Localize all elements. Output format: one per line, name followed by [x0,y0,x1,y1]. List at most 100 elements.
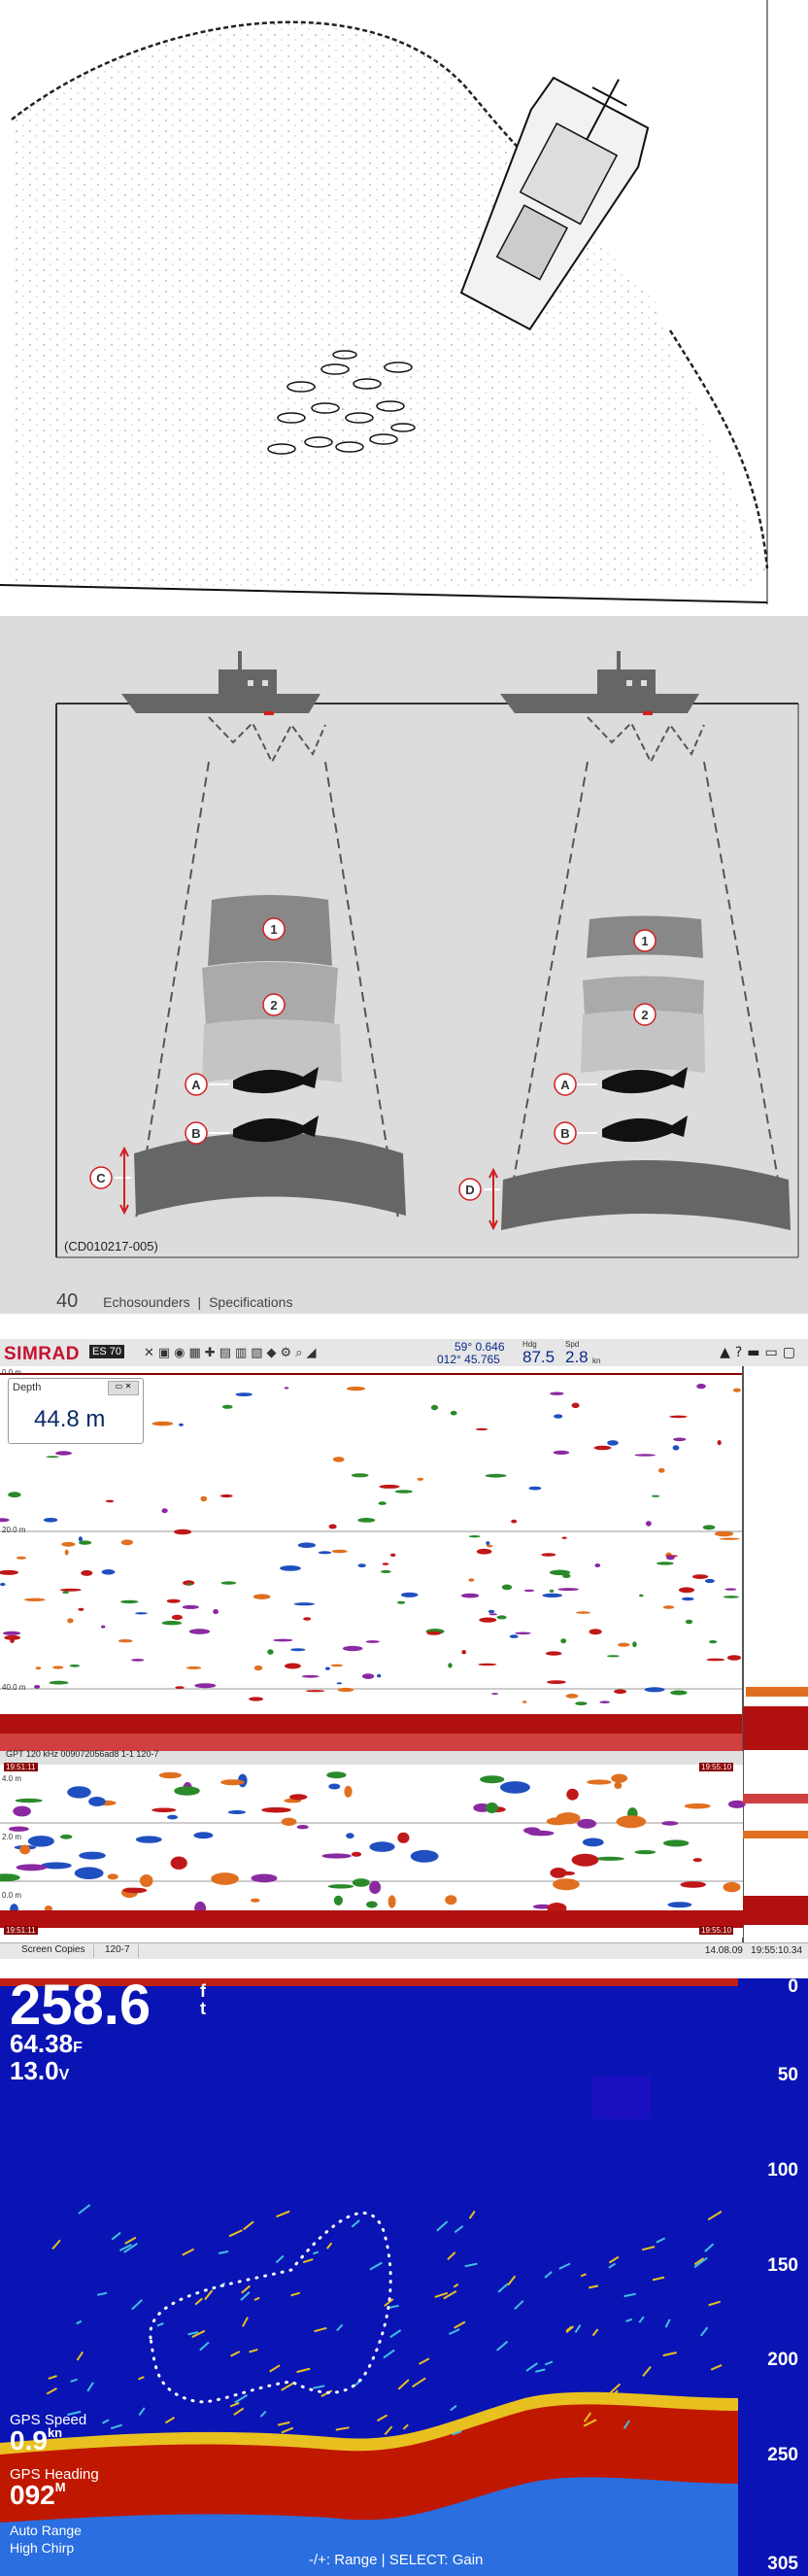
echo-mark [74,1867,104,1879]
echo-mark [499,1781,530,1794]
echo-mark [571,1402,580,1409]
marker-a-right: A [560,1078,570,1092]
latitude: 59° 0.646 [454,1340,505,1354]
echo-mark [79,1540,92,1545]
echo-mark [501,1584,513,1591]
toolbar-icons[interactable]: ✕▣◉▦✚▤▥▧◆⚙⌕◢ [144,1346,320,1360]
tab-120-7[interactable]: 120-7 [97,1944,139,1958]
echo-mark [166,1598,181,1603]
echo-mark [666,1555,675,1561]
echo-mark [267,1649,274,1655]
tab-screen-copies[interactable]: Screen Copies [14,1944,94,1958]
echo-mark [101,1625,106,1629]
echo-mark [589,1629,602,1635]
echo-mark [13,1805,31,1817]
echo-mark [328,1524,337,1529]
echo-mark [324,1666,330,1670]
echo-mark [357,1563,366,1567]
echo-mark [673,1437,687,1442]
scale-bottom-2: 2.0 m [2,1833,22,1841]
echo-mark [607,1655,620,1658]
echo-mark [49,1680,69,1685]
echo-mark [251,1898,260,1903]
depth-tick-50: 50 [777,2065,798,2085]
echo-mark [220,1581,237,1585]
echo-mark [321,1853,352,1859]
echo-mark [717,1440,722,1446]
page-footer: 40 Echosounders | Specifications [56,1290,292,1313]
echo-mark [281,1817,297,1826]
echo-mark [261,1806,291,1813]
echo-mark [227,1810,246,1814]
product-badge: ES 70 [89,1345,124,1358]
echo-mark [634,1454,656,1457]
echo-mark [669,1415,688,1419]
depth-readout[interactable]: Depth ▭ ✕ 44.8 m [8,1378,144,1444]
simrad-logo: SIMRAD [4,1344,80,1364]
echo-mark [118,1639,133,1643]
echo-mark [171,1614,183,1621]
echo-mark [478,1663,497,1666]
depth-unit: f t [200,1982,206,2017]
tab-bar: Screen Copies 120-7 14.08.09 19:55:10.34 [0,1942,808,1959]
echo-mark [152,1421,174,1426]
echo-mark [152,1807,177,1813]
echo-mark [174,1786,200,1796]
echo-mark [211,1872,240,1885]
echo-mark [614,1689,627,1695]
echo-mark [301,1674,320,1678]
longitude: 012° 45.765 [437,1353,500,1366]
echo-mark [692,1574,709,1579]
echo-mark [327,1884,354,1889]
beam-diagram-graphic: 1 2 A B C 1 2 A B D [55,651,799,1258]
echo-mark [491,1693,499,1696]
echo-mark [78,1607,84,1611]
speed-value: 2.8 [565,1348,589,1366]
depth-box-control[interactable]: ▭ ✕ [108,1381,139,1395]
echo-mark [182,1604,199,1609]
echo-mark [511,1519,518,1524]
echo-mark [369,1841,395,1852]
window-controls[interactable]: ▲?▬▭▢ [720,1345,800,1360]
echo-mark [382,1563,389,1565]
echo-mark [381,1569,391,1573]
echo-mark [67,1786,91,1799]
scale-top-0: 0.0 m [2,1368,22,1377]
echo-mark [704,1578,715,1584]
echo-mark [582,1838,604,1847]
gps-heading-unit: M [54,2480,66,2494]
echo-mark [131,1659,145,1662]
echo-mark [289,1794,308,1801]
echo-mark [35,1666,42,1670]
echo-mark [723,1881,741,1893]
echo-mark [161,1621,183,1626]
echo-mark [293,1602,315,1606]
echo-mark [351,1473,369,1478]
echo-mark [672,1445,680,1451]
echo-mark [682,1597,694,1601]
echo-mark [480,1775,505,1784]
echo-mark [696,1383,706,1390]
echo-mark [522,1700,527,1703]
echo-mark [306,1690,325,1693]
echo-mark [662,1605,675,1609]
trawl-drawing [0,0,769,604]
echo-mark [139,1874,153,1887]
echo-mark [107,1873,118,1880]
echo-mark [105,1499,115,1503]
echo-mark [576,1611,590,1614]
depth-tick-150: 150 [767,2255,798,2276]
echo-mark [670,1690,688,1696]
echo-mark [485,1473,507,1478]
echo-mark [594,1563,601,1567]
echo-mark [369,1880,382,1894]
marker-c: C [96,1171,106,1185]
echo-mark [252,1594,271,1599]
marker-b-left: B [191,1126,200,1141]
echo-mark [280,1565,301,1571]
echo-mark [249,1697,264,1701]
echo-mark [78,1536,83,1542]
echo-mark [430,1404,439,1411]
echo-mark [553,1878,580,1891]
depth-title: Depth [13,1382,42,1393]
